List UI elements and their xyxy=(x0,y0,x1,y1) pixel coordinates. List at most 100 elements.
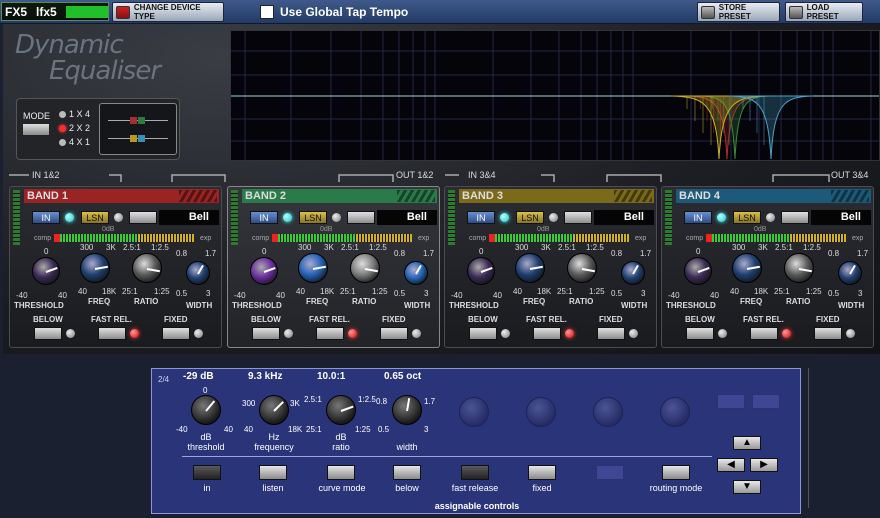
width-knob[interactable] xyxy=(186,261,210,285)
ratio-unit: dB xyxy=(335,432,347,442)
unassigned-knob[interactable] xyxy=(593,397,623,427)
ratio-knob[interactable] xyxy=(567,253,597,283)
fixed-label: FIXED xyxy=(164,315,188,324)
nav-up-button[interactable]: ▲ xyxy=(733,436,761,450)
mode-button[interactable] xyxy=(22,123,50,136)
frequency-knob[interactable] xyxy=(259,395,289,425)
fixed-button[interactable] xyxy=(597,327,625,340)
curve-mode-button[interactable] xyxy=(781,211,809,224)
nav-right-button[interactable]: ▶ xyxy=(750,458,778,472)
routing-mode-button[interactable] xyxy=(662,465,690,480)
store-preset-button[interactable]: STORE PRESET xyxy=(697,2,780,22)
freq-tick-b: 3K xyxy=(541,243,551,252)
width-knob[interactable] xyxy=(838,261,862,285)
freq-knob[interactable] xyxy=(298,253,328,283)
band-header: BAND 1 xyxy=(24,189,219,203)
freq-knob[interactable] xyxy=(515,253,545,283)
threshold-knob[interactable] xyxy=(32,257,60,285)
freq-tick-max: 18K xyxy=(320,287,335,296)
threshold-knob[interactable] xyxy=(191,395,221,425)
zero-db-label: 0dB xyxy=(754,226,767,233)
curve-mode-button[interactable] xyxy=(129,211,157,224)
fixed-button[interactable] xyxy=(814,327,842,340)
below-button[interactable] xyxy=(686,327,714,340)
frequency-tick-min: 40 xyxy=(244,425,253,434)
fixed-button[interactable] xyxy=(380,327,408,340)
listen-led xyxy=(766,213,775,222)
freq-tick-max: 18K xyxy=(754,287,769,296)
nav-left-button[interactable]: ◀ xyxy=(717,458,745,472)
freq-knob[interactable] xyxy=(732,253,762,283)
fast-release-button[interactable] xyxy=(533,327,561,340)
mode-option-2x2[interactable]: 2 X 2 xyxy=(59,123,90,133)
change-device-type-button[interactable]: CHANGE DEVICE TYPE xyxy=(112,2,224,22)
filter-shape-display[interactable]: Bell xyxy=(811,210,871,225)
unassigned-button[interactable] xyxy=(752,394,780,409)
unassigned-knob[interactable] xyxy=(526,397,556,427)
in-button[interactable] xyxy=(193,465,221,480)
fx-slot-indicator[interactable]: FX5 lfx5 xyxy=(1,2,109,21)
unassigned-knob[interactable] xyxy=(459,397,489,427)
band-listen-button[interactable]: LSN xyxy=(516,211,544,224)
arrow-left-icon: ◀ xyxy=(727,459,735,470)
nav-down-button[interactable]: ▼ xyxy=(733,480,761,494)
listen-button[interactable] xyxy=(259,465,287,480)
curve-mode-button[interactable] xyxy=(347,211,375,224)
curve-mode-button[interactable] xyxy=(564,211,592,224)
unassigned-button[interactable] xyxy=(717,394,745,409)
mode-option-4x1[interactable]: 4 X 1 xyxy=(59,137,90,147)
filter-shape-display[interactable]: Bell xyxy=(159,210,219,225)
threshold-knob[interactable] xyxy=(467,257,495,285)
fixed-button[interactable] xyxy=(162,327,190,340)
band-listen-button[interactable]: LSN xyxy=(299,211,327,224)
mode-option-1x4[interactable]: 1 X 4 xyxy=(59,109,90,119)
ratio-knob[interactable] xyxy=(350,253,380,283)
width-knob[interactable] xyxy=(621,261,645,285)
threshold-knob[interactable] xyxy=(250,257,278,285)
freq-knob[interactable] xyxy=(80,253,110,283)
unassigned-button[interactable] xyxy=(596,465,624,480)
input-meter xyxy=(13,190,20,245)
below-button[interactable] xyxy=(252,327,280,340)
ratio-knob[interactable] xyxy=(132,253,162,283)
gain-reduction-meter xyxy=(489,234,629,242)
curve-mode-button[interactable] xyxy=(327,465,355,480)
width-knob[interactable] xyxy=(404,261,428,285)
band-in-button[interactable]: IN xyxy=(250,211,278,224)
band-in-button[interactable]: IN xyxy=(32,211,60,224)
gain-reduction-meter xyxy=(54,234,194,242)
fast-release-button[interactable] xyxy=(750,327,778,340)
fast-release-button[interactable] xyxy=(98,327,126,340)
freq-tick-max: 18K xyxy=(102,287,117,296)
freq-tick-max: 18K xyxy=(537,287,552,296)
exp-label: exp xyxy=(200,235,212,242)
dynamic-equaliser-plugin: Dynamic Equaliser MODE 1 X 4 2 X 2 4 X 1 xyxy=(3,24,880,354)
band-in-button[interactable]: IN xyxy=(684,211,712,224)
below-button[interactable] xyxy=(469,327,497,340)
load-preset-button[interactable]: LOAD PRESET xyxy=(785,2,863,22)
width-knob[interactable] xyxy=(392,395,422,425)
global-tap-tempo-checkbox[interactable] xyxy=(260,5,274,19)
filter-shape-display[interactable]: Bell xyxy=(594,210,654,225)
band-listen-button[interactable]: LSN xyxy=(81,211,109,224)
fast-release-button[interactable] xyxy=(316,327,344,340)
band-in-button[interactable]: IN xyxy=(467,211,495,224)
threshold-label: THRESHOLD xyxy=(666,301,716,310)
radio-icon xyxy=(59,110,66,118)
band-title: BAND 3 xyxy=(462,190,503,202)
unassigned-knob[interactable] xyxy=(660,397,690,427)
ratio-knob[interactable] xyxy=(784,253,814,283)
below-button[interactable] xyxy=(34,327,62,340)
panel-scrollbar[interactable] xyxy=(808,368,809,508)
filter-shape-display[interactable]: Bell xyxy=(377,210,437,225)
fast-release-label: FAST REL. xyxy=(526,315,567,324)
zero-db-label: 0dB xyxy=(537,226,550,233)
ratio-knob[interactable] xyxy=(326,395,356,425)
threshold-knob[interactable] xyxy=(684,257,712,285)
fixed-button[interactable] xyxy=(528,465,556,480)
width-tick-max: 3 xyxy=(206,289,211,298)
band-listen-button[interactable]: LSN xyxy=(733,211,761,224)
below-button[interactable] xyxy=(393,465,421,480)
threshold-tick-mid: 0 xyxy=(203,386,208,395)
fast-release-button[interactable] xyxy=(461,465,489,480)
